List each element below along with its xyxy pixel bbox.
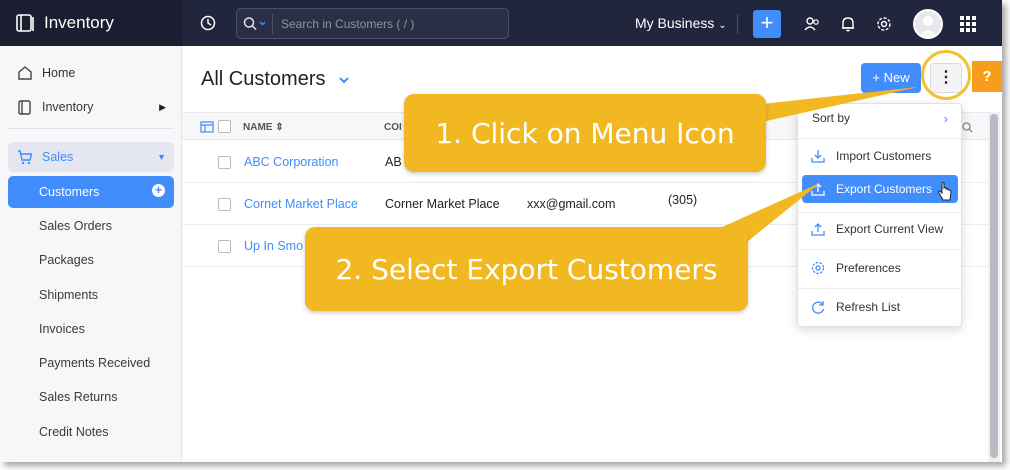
org-switcher[interactable]: My Business ⌄	[635, 15, 727, 31]
sidebar-item-sales-orders[interactable]: Sales Orders	[8, 211, 174, 241]
work-phone: (305)	[668, 193, 698, 207]
refresh-icon	[812, 301, 825, 314]
sidebar-item-inventory[interactable]: Inventory ▶	[8, 92, 174, 122]
page-title[interactable]: All Customers	[201, 68, 325, 91]
avatar[interactable]	[913, 9, 943, 39]
chevron-right-icon: ▶	[159, 101, 166, 112]
callout-step-2: 2. Select Export Customers	[305, 227, 748, 311]
sidebar-item-label: Credit Notes	[39, 425, 109, 439]
customer-name-link[interactable]: Cornet Market Place	[244, 197, 358, 211]
sidebar-divider	[8, 128, 174, 129]
menu-item-label: Sort by	[812, 111, 851, 125]
sidebar-item-label: Sales Returns	[39, 390, 118, 404]
sidebar-item-label: Customers	[39, 185, 100, 199]
scrollbar-thumb[interactable]	[990, 114, 998, 458]
menu-item-label: Export Customers	[836, 182, 933, 196]
more-options-menu: Sort by › Import Customers Export Custom…	[797, 103, 962, 327]
sidebar-item-label: Sales	[42, 150, 74, 164]
column-chooser-icon[interactable]	[200, 121, 214, 133]
gear-icon[interactable]	[874, 14, 894, 34]
sidebar-item-home[interactable]: Home	[8, 58, 174, 88]
sidebar-item-label: Shipments	[39, 288, 99, 302]
menu-item-label: Preferences	[836, 261, 901, 275]
quick-create-button[interactable]: +	[753, 10, 781, 38]
company-name: AB	[385, 155, 402, 169]
search-input[interactable]	[281, 16, 501, 31]
select-all-checkbox[interactable]	[218, 120, 231, 133]
history-icon[interactable]	[198, 13, 218, 33]
export-view-icon	[811, 223, 825, 236]
sidebar: Home Inventory ▶ Sales ▼ Customers + Sal…	[0, 46, 182, 462]
menu-item-refresh-list[interactable]: Refresh List	[802, 293, 958, 321]
sidebar-item-label: Inventory	[42, 100, 94, 114]
menu-item-export-current-view[interactable]: Export Current View	[802, 215, 958, 243]
highlight-ring	[921, 50, 971, 100]
menu-item-import-customers[interactable]: Import Customers	[802, 142, 958, 170]
menu-item-label: Export Current View	[836, 222, 944, 236]
divider	[737, 14, 738, 34]
menu-item-sort-by[interactable]: Sort by ›	[802, 104, 958, 132]
hand-cursor-icon	[938, 182, 952, 201]
sidebar-item-sales[interactable]: Sales ▼	[8, 142, 174, 172]
menu-item-label: Import Customers	[836, 149, 932, 163]
sidebar-item-customers[interactable]: Customers +	[8, 176, 174, 208]
chevron-down-icon: ⌄	[718, 20, 727, 31]
search-icon[interactable]	[962, 122, 973, 133]
column-header-name[interactable]: NAME ⇕	[243, 122, 284, 133]
brand[interactable]: Inventory	[0, 0, 182, 46]
home-icon	[18, 66, 32, 80]
menu-divider	[798, 249, 961, 250]
sidebar-item-credit-notes[interactable]: Credit Notes	[8, 417, 174, 447]
scrollbar[interactable]	[988, 112, 1000, 462]
sidebar-item-label: Packages	[39, 253, 94, 267]
export-icon	[811, 183, 825, 196]
sidebar-item-shipments[interactable]: Shipments	[8, 280, 174, 310]
app-window: Inventory My Business ⌄ +	[0, 0, 1002, 462]
menu-divider	[798, 138, 961, 139]
row-checkbox[interactable]	[218, 240, 231, 253]
menu-divider	[798, 288, 961, 289]
import-icon	[811, 150, 825, 163]
inventory-logo-icon	[16, 14, 34, 32]
sidebar-item-label: Invoices	[39, 322, 85, 336]
row-checkbox[interactable]	[218, 198, 231, 211]
sidebar-item-label: Home	[42, 66, 76, 80]
sort-icon: ⇕	[275, 122, 284, 133]
menu-item-label: Refresh List	[836, 300, 901, 314]
chevron-right-icon: ›	[943, 110, 948, 126]
row-checkbox[interactable]	[218, 156, 231, 169]
bell-icon[interactable]	[838, 14, 858, 34]
customer-name-link[interactable]: ABC Corporation	[244, 155, 339, 169]
email: xxx@gmail.com	[527, 197, 616, 211]
apps-grid-icon[interactable]	[958, 14, 978, 34]
sidebar-item-payments-received[interactable]: Payments Received	[8, 348, 174, 378]
gear-icon	[811, 261, 825, 275]
sidebar-item-packages[interactable]: Packages	[8, 245, 174, 275]
column-header-label: NAME	[243, 122, 273, 133]
sidebar-item-invoices[interactable]: Invoices	[8, 314, 174, 344]
new-button[interactable]: + New	[861, 63, 921, 93]
customer-name-link[interactable]: Up In Smo	[244, 239, 303, 253]
org-name: My Business	[635, 15, 715, 31]
inventory-icon	[18, 100, 31, 115]
menu-item-export-customers[interactable]: Export Customers	[802, 175, 958, 203]
chevron-down-icon: ▼	[157, 152, 166, 162]
help-button[interactable]: ?	[972, 61, 1002, 92]
menu-divider	[798, 212, 961, 213]
top-bar: Inventory My Business ⌄ +	[0, 0, 1002, 46]
callout-step-1: 1. Click on Menu Icon	[404, 94, 766, 172]
chevron-down-icon[interactable]	[338, 76, 350, 84]
sidebar-item-sales-returns[interactable]: Sales Returns	[8, 382, 174, 412]
add-customer-icon[interactable]: +	[152, 184, 165, 197]
menu-item-preferences[interactable]: Preferences	[802, 254, 958, 282]
sidebar-item-label: Sales Orders	[39, 219, 112, 233]
search-box[interactable]	[236, 8, 509, 39]
column-header-company[interactable]: COI	[384, 122, 402, 133]
users-icon[interactable]	[802, 14, 822, 34]
company-name: Corner Market Place	[385, 197, 500, 211]
app-name: Inventory	[44, 13, 114, 32]
cart-icon	[18, 150, 33, 165]
sidebar-item-label: Payments Received	[39, 356, 151, 370]
search-icon[interactable]	[243, 13, 273, 34]
